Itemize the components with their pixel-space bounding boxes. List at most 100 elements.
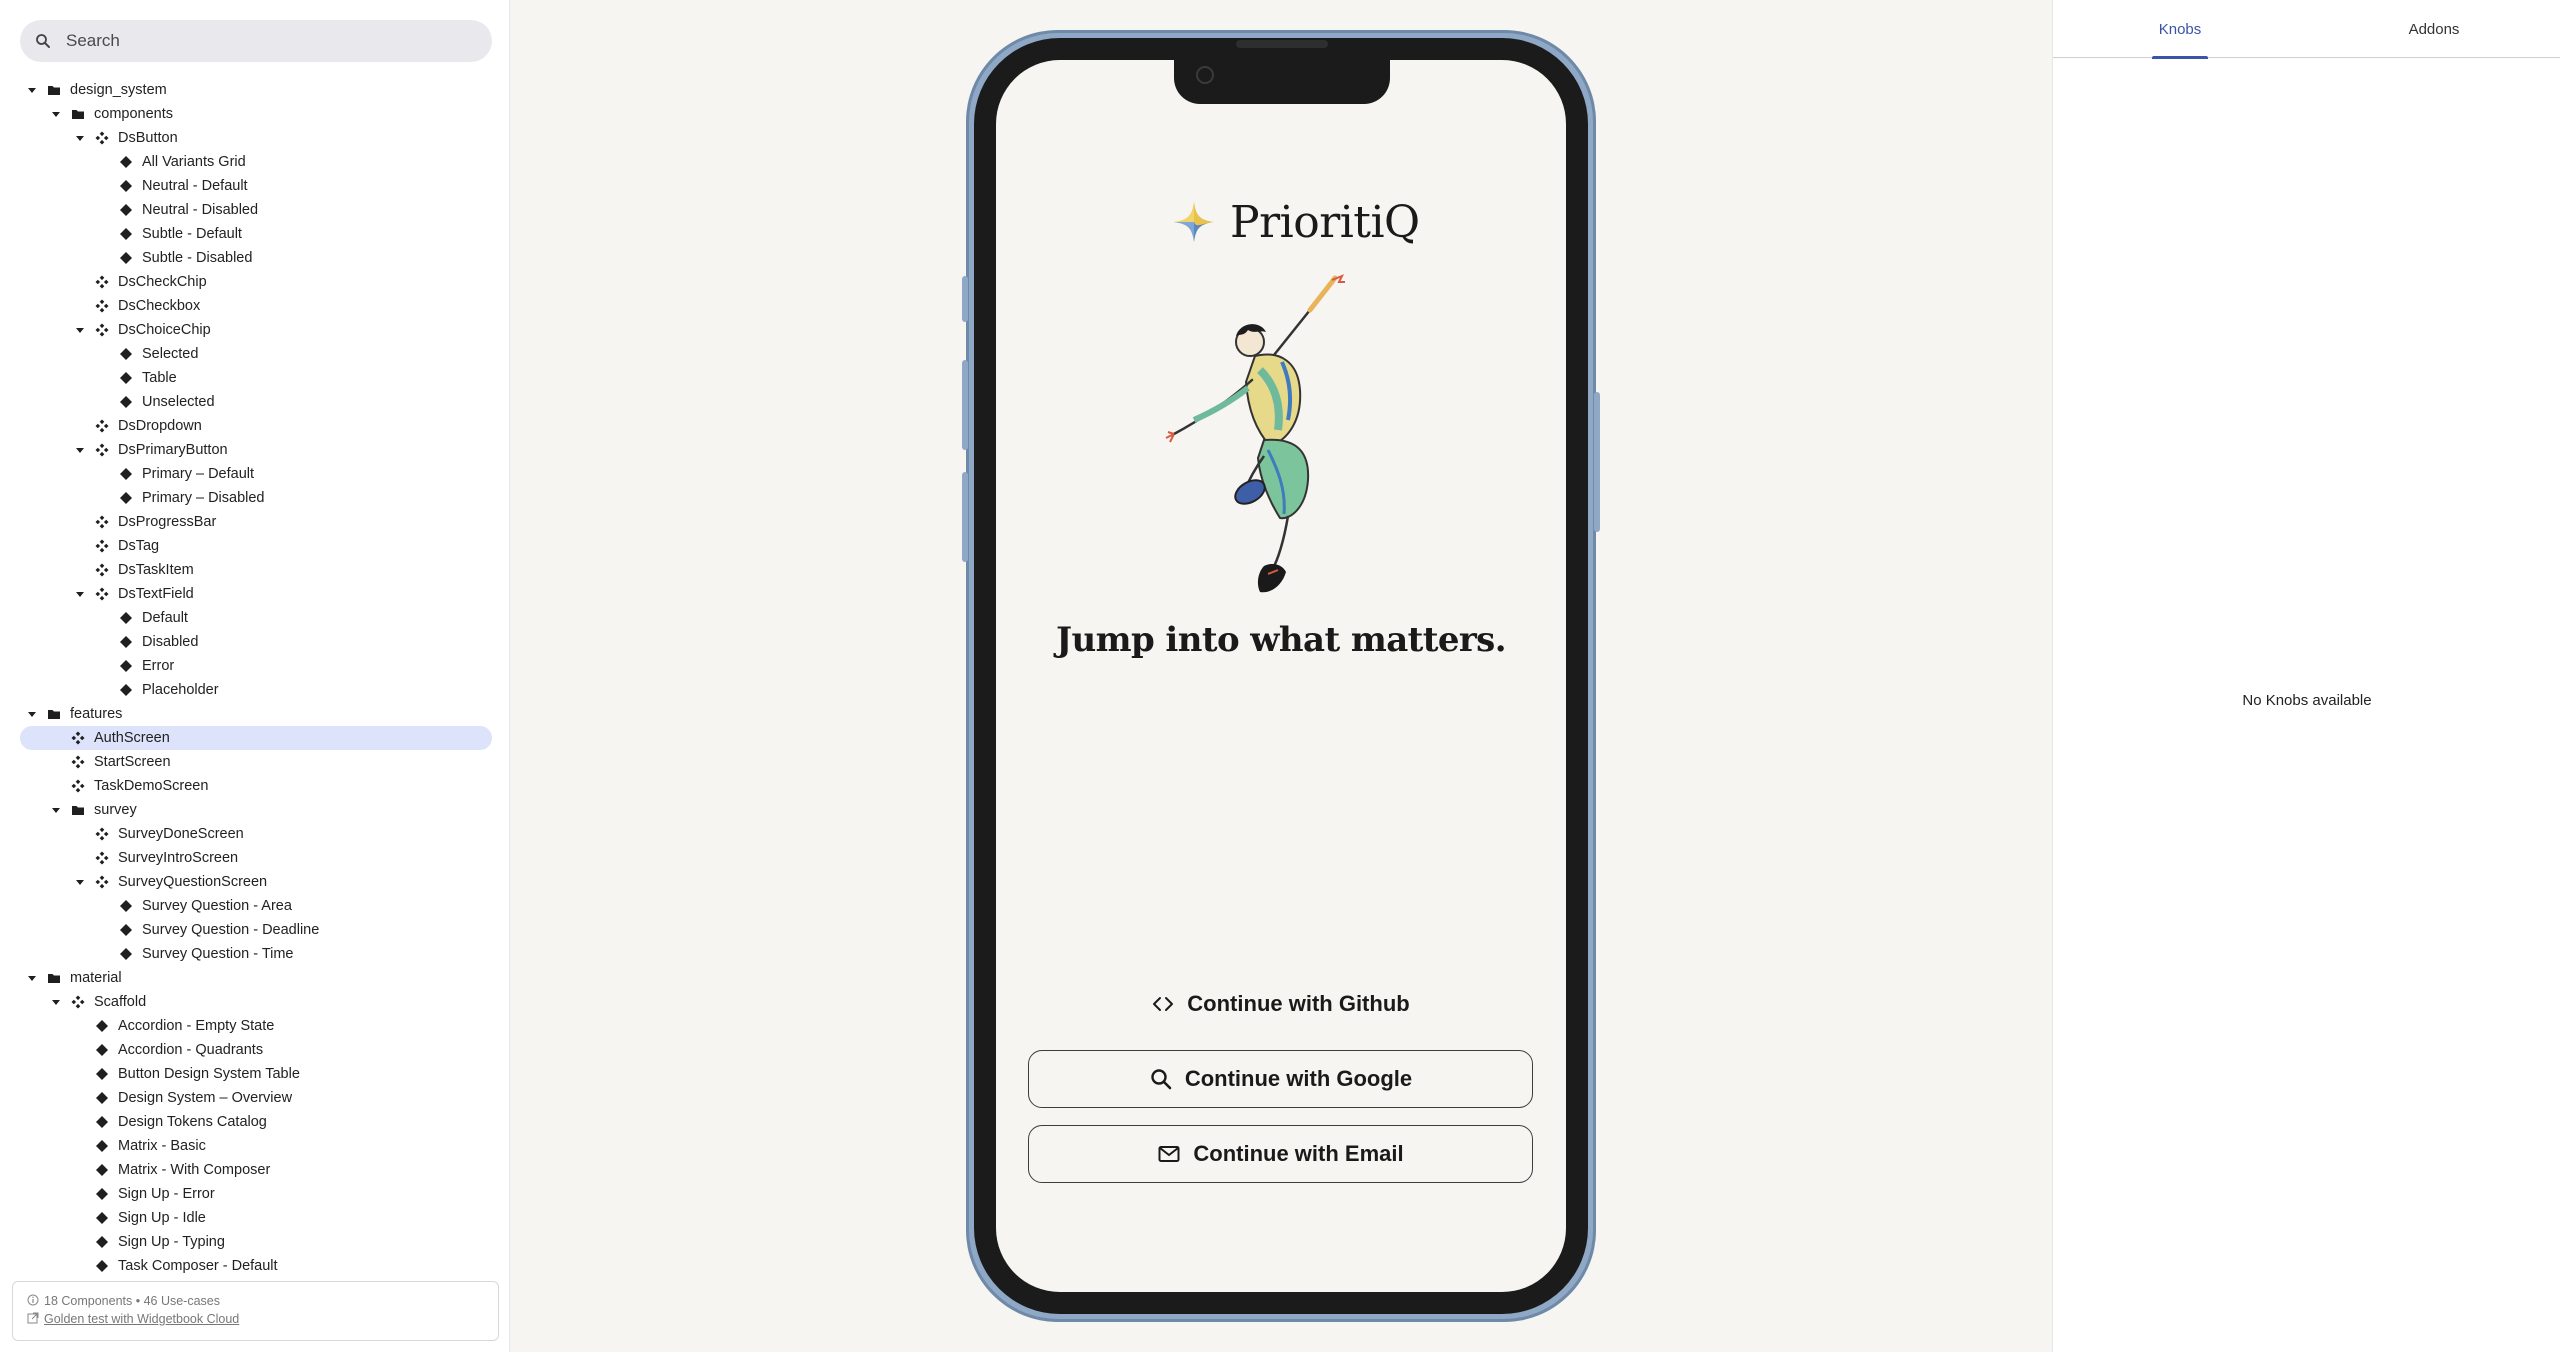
tree-item-usecase[interactable]: Design System – Overview (20, 1086, 492, 1110)
tree-item-label: All Variants Grid (142, 154, 246, 170)
tree-item-label: Matrix - Basic (118, 1138, 206, 1154)
tree-item-usecase[interactable]: Accordion - Empty State (20, 1014, 492, 1038)
caret-spacer (96, 922, 112, 938)
tree-item-usecase[interactable]: Survey Question - Area (20, 894, 492, 918)
tree-item-usecase[interactable]: Subtle - Disabled (20, 246, 492, 270)
tree-item-component[interactable]: DsButton (20, 126, 492, 150)
tree-item-component[interactable]: DsTextField (20, 582, 492, 606)
tree-item-usecase[interactable]: Matrix - Basic (20, 1134, 492, 1158)
tree-item-usecase[interactable]: Error (20, 654, 492, 678)
search-bar[interactable] (20, 20, 492, 62)
tree-item-usecase[interactable]: Survey Question - Deadline (20, 918, 492, 942)
tree-item-label: Unselected (142, 394, 215, 410)
tree-item-usecase[interactable]: Default (20, 606, 492, 630)
tree-item-component[interactable]: DsCheckChip (20, 270, 492, 294)
tab-addons[interactable]: Addons (2307, 0, 2560, 58)
silent-switch (962, 276, 968, 322)
tree-item-label: DsChoiceChip (118, 322, 211, 338)
tree-item-usecase[interactable]: Task Composer - Default (20, 1254, 492, 1278)
empty-knobs-message: No Knobs available (2242, 692, 2372, 709)
tree-item-usecase[interactable]: Neutral - Disabled (20, 198, 492, 222)
tree-item-component[interactable]: DsTag (20, 534, 492, 558)
tree-item-usecase[interactable]: Neutral - Default (20, 174, 492, 198)
expand-caret-icon[interactable] (72, 130, 88, 146)
component-icon (94, 826, 110, 842)
tree-item-label: Sign Up - Idle (118, 1210, 206, 1226)
tree-item-component[interactable]: SurveyQuestionScreen (20, 870, 492, 894)
continue-with-google-button[interactable]: Continue with Google (1028, 1050, 1533, 1108)
tree-item-component[interactable]: SurveyDoneScreen (20, 822, 492, 846)
knobs-panel: Knobs Addons No Knobs available (2052, 0, 2560, 1352)
tab-knobs[interactable]: Knobs (2053, 0, 2307, 59)
component-icon (94, 130, 110, 146)
tree-item-folder[interactable]: features (20, 702, 492, 726)
tree-item-component[interactable]: TaskDemoScreen (20, 774, 492, 798)
tree-item-component[interactable]: DsProgressBar (20, 510, 492, 534)
search-input[interactable] (66, 31, 466, 51)
caret-spacer (96, 610, 112, 626)
tree-item-usecase[interactable]: Disabled (20, 630, 492, 654)
expand-caret-icon[interactable] (48, 106, 64, 122)
volume-down-button (962, 472, 968, 562)
tree-item-label: Task Composer - Default (118, 1258, 278, 1274)
tree-item-component[interactable]: StartScreen (20, 750, 492, 774)
tree-item-usecase[interactable]: Unselected (20, 390, 492, 414)
tree-item-folder[interactable]: survey (20, 798, 492, 822)
tree-item-usecase[interactable]: Subtle - Default (20, 222, 492, 246)
tree-item-component[interactable]: AuthScreen (20, 726, 492, 750)
tree-item-usecase[interactable]: Button Design System Table (20, 1062, 492, 1086)
tree-item-usecase[interactable]: Sign Up - Idle (20, 1206, 492, 1230)
caret-spacer (96, 946, 112, 962)
expand-caret-icon[interactable] (24, 970, 40, 986)
tree-item-label: material (70, 970, 122, 986)
tree-item-component[interactable]: DsPrimaryButton (20, 438, 492, 462)
tree-item-label: features (70, 706, 123, 722)
tree-item-usecase[interactable]: Design Tokens Catalog (20, 1110, 492, 1134)
use-case-icon (118, 466, 134, 482)
tree-item-folder[interactable]: components (20, 102, 492, 126)
tree-item-label: DsPrimaryButton (118, 442, 228, 458)
continue-with-github-button[interactable]: Continue with Github (1028, 975, 1533, 1033)
tree-item-folder[interactable]: design_system (20, 78, 492, 102)
expand-caret-icon[interactable] (72, 586, 88, 602)
tree-item-usecase[interactable]: Sign Up - Typing (20, 1230, 492, 1254)
jumping-person-illustration (1165, 274, 1345, 593)
tree-item-component[interactable]: Scaffold (20, 990, 492, 1014)
tree-item-usecase[interactable]: All Variants Grid (20, 150, 492, 174)
folder-icon (46, 82, 62, 98)
tree-item-label: TaskDemoScreen (94, 778, 209, 794)
continue-with-email-button[interactable]: Continue with Email (1028, 1125, 1533, 1183)
tree-item-usecase[interactable]: Primary – Default (20, 462, 492, 486)
tree-item-usecase[interactable]: Sign Up - Error (20, 1182, 492, 1206)
tree-item-usecase[interactable]: Table (20, 366, 492, 390)
component-icon (94, 442, 110, 458)
tree-item-label: Accordion - Quadrants (118, 1042, 264, 1058)
tree-item-folder[interactable]: material (20, 966, 492, 990)
tree-item-usecase[interactable]: Matrix - With Composer (20, 1158, 492, 1182)
use-case-icon (94, 1138, 110, 1154)
expand-caret-icon[interactable] (72, 874, 88, 890)
expand-caret-icon[interactable] (24, 82, 40, 98)
use-case-icon (118, 634, 134, 650)
tree-item-usecase[interactable]: Accordion - Quadrants (20, 1038, 492, 1062)
tree-item-component[interactable]: DsDropdown (20, 414, 492, 438)
tree-item-label: DsDropdown (118, 418, 202, 434)
widgetbook-cloud-link[interactable]: Golden test with Widgetbook Cloud (44, 1312, 239, 1326)
expand-caret-icon[interactable] (24, 706, 40, 722)
tree-item-component[interactable]: DsTaskItem (20, 558, 492, 582)
tree-item-usecase[interactable]: Primary – Disabled (20, 486, 492, 510)
tree-item-component[interactable]: SurveyIntroScreen (20, 846, 492, 870)
component-icon (94, 562, 110, 578)
expand-caret-icon[interactable] (72, 322, 88, 338)
footer-info: 18 Components • 46 Use-cases Golden test… (12, 1281, 499, 1341)
caret-spacer (72, 514, 88, 530)
tree-item-usecase[interactable]: Selected (20, 342, 492, 366)
tree-item-usecase[interactable]: Survey Question - Time (20, 942, 492, 966)
tree-item-usecase[interactable]: Placeholder (20, 678, 492, 702)
expand-caret-icon[interactable] (48, 994, 64, 1010)
expand-caret-icon[interactable] (48, 802, 64, 818)
caret-spacer (72, 1066, 88, 1082)
tree-item-component[interactable]: DsChoiceChip (20, 318, 492, 342)
tree-item-component[interactable]: DsCheckbox (20, 294, 492, 318)
expand-caret-icon[interactable] (72, 442, 88, 458)
